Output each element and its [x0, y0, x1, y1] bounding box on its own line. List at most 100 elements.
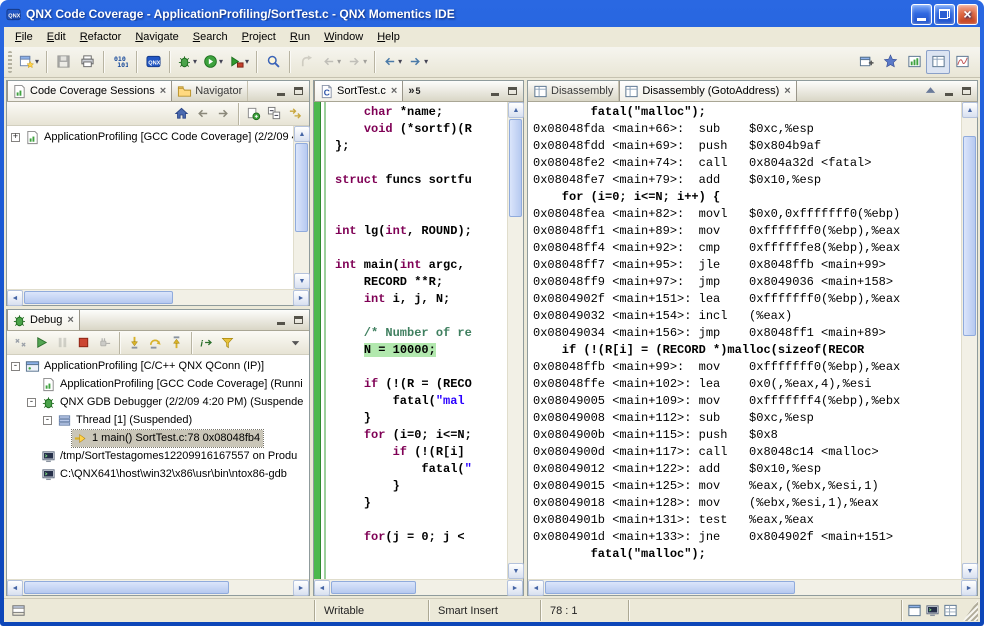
run-button[interactable]: ▾ — [200, 50, 226, 74]
vertical-scrollbar[interactable]: ▲ ▼ — [961, 102, 977, 579]
view-tab-disassembly[interactable]: Disassembly — [528, 81, 619, 101]
last-edit-button[interactable] — [294, 50, 318, 74]
console-icon[interactable] — [925, 603, 940, 618]
fast-view-button[interactable] — [6, 600, 30, 621]
resize-grip[interactable] — [963, 600, 978, 621]
view-tab-navigator[interactable]: Navigator — [172, 81, 248, 101]
tree-item[interactable]: +ApplicationProfiling [GCC Code Coverage… — [7, 128, 293, 146]
editor-line[interactable] — [335, 308, 507, 325]
close-tab-icon[interactable]: × — [160, 85, 166, 97]
scroll-up-icon[interactable]: ▲ — [962, 102, 978, 118]
editor-tab-sorttest-c[interactable]: CSortTest.c× — [314, 81, 403, 101]
up-button[interactable] — [922, 84, 939, 99]
menu-refactor[interactable]: Refactor — [73, 29, 129, 45]
scroll-left-icon[interactable]: ◄ — [528, 580, 544, 596]
menu-file[interactable]: File — [8, 29, 40, 45]
step-over-button[interactable] — [145, 332, 166, 353]
editor-line[interactable]: } — [335, 478, 507, 495]
minimize-view-button[interactable] — [272, 313, 289, 328]
editor-line[interactable]: if (!(R = (RECO — [335, 376, 507, 393]
tree-item[interactable]: -Thread [1] (Suspended) — [7, 411, 309, 429]
source-editor[interactable]: char *name; void (*sortf)(R};struct func… — [314, 102, 523, 579]
tree-item[interactable]: ApplicationProfiling [GCC Code Coverage]… — [7, 375, 309, 393]
forward-history-button[interactable]: ▾ — [344, 50, 370, 74]
editor-line[interactable]: if (!(R[i] — [335, 444, 507, 461]
horizontal-scrollbar[interactable]: ◄ ► — [7, 289, 309, 305]
horizontal-scrollbar[interactable]: ◄ ► — [7, 579, 309, 595]
editor-line[interactable]: /* Number of re — [335, 325, 507, 342]
back-button[interactable] — [192, 103, 213, 124]
collapse-icon[interactable]: - — [11, 362, 20, 371]
disassembly-listing[interactable]: fatal("malloc");0x08048fda <main+66>: su… — [528, 102, 961, 579]
editor-line[interactable]: RECORD **R; — [335, 274, 507, 291]
toolbar-handle[interactable] — [8, 51, 12, 73]
tree-item[interactable]: -ApplicationProfiling [C/C++ QNX QConn (… — [7, 357, 309, 375]
editor-line[interactable] — [335, 155, 507, 172]
dropdown-arrow-icon[interactable]: ▾ — [219, 57, 223, 66]
scroll-right-icon[interactable]: ► — [293, 290, 309, 306]
external-tools-button[interactable]: ▾ — [226, 50, 252, 74]
view-menu-button[interactable] — [285, 332, 306, 353]
profiler-view-button[interactable] — [950, 50, 974, 74]
close-tab-icon[interactable]: × — [784, 85, 790, 97]
prev-annotation-button[interactable]: ▾ — [379, 50, 405, 74]
editor-line[interactable]: fatal(" — [335, 461, 507, 478]
back-history-button[interactable]: ▾ — [318, 50, 344, 74]
new-wizard-button[interactable]: ▾ — [16, 50, 42, 74]
next-annotation-button[interactable]: ▾ — [405, 50, 431, 74]
dropdown-arrow-icon[interactable]: ▾ — [193, 57, 197, 66]
open-perspective-button[interactable] — [854, 50, 878, 74]
resume-button[interactable] — [31, 332, 52, 353]
editor-line[interactable]: }; — [335, 138, 507, 155]
coverage-tree[interactable]: +ApplicationProfiling [GCC Code Coverage… — [7, 126, 293, 289]
tree-item[interactable]: C:\QNX641\host\win32\x86\usr\bin\ntox86-… — [7, 465, 309, 483]
collapse-all-button[interactable] — [264, 103, 285, 124]
view-tab-code-coverage-sessions[interactable]: Code Coverage Sessions× — [7, 81, 172, 101]
scroll-left-icon[interactable]: ◄ — [314, 580, 330, 596]
dropdown-arrow-icon[interactable]: ▾ — [424, 57, 428, 66]
memory-view-icon[interactable] — [943, 603, 958, 618]
scroll-left-icon[interactable]: ◄ — [7, 290, 23, 306]
terminate-button[interactable] — [73, 332, 94, 353]
editor-line[interactable]: char *name; — [335, 104, 507, 121]
dropdown-arrow-icon[interactable]: ▾ — [398, 57, 402, 66]
scroll-up-icon[interactable]: ▲ — [294, 126, 310, 142]
maximize-button[interactable] — [934, 4, 955, 25]
debug-tree[interactable]: -ApplicationProfiling [C/C++ QNX QConn (… — [7, 355, 309, 579]
build-button[interactable]: 010101 — [108, 50, 132, 74]
editor-line[interactable]: } — [335, 495, 507, 512]
scroll-right-icon[interactable]: ► — [507, 580, 523, 596]
scroll-down-icon[interactable]: ▼ — [508, 563, 524, 579]
overview-icon[interactable] — [907, 603, 922, 618]
editor-line[interactable]: int lg(int, ROUND); — [335, 223, 507, 240]
editor-line[interactable]: for(j = 0; j < — [335, 529, 507, 546]
editor-line[interactable]: struct funcs sortfu — [335, 172, 507, 189]
qnx-perspective-button[interactable] — [878, 50, 902, 74]
tree-item[interactable]: -QNX GDB Debugger (2/2/09 4:20 PM) (Susp… — [7, 393, 309, 411]
code-area[interactable]: char *name; void (*sortf)(R};struct func… — [326, 102, 507, 579]
disconnect-button[interactable] — [94, 332, 115, 353]
step-into-button[interactable] — [124, 332, 145, 353]
maximize-view-button[interactable] — [290, 84, 307, 99]
minimize-button[interactable] — [911, 4, 932, 25]
dropdown-arrow-icon[interactable]: ▾ — [245, 57, 249, 66]
editor-line[interactable]: int i, j, N; — [335, 291, 507, 308]
scroll-up-icon[interactable]: ▲ — [508, 102, 524, 118]
editor-line[interactable] — [335, 359, 507, 376]
step-filters-button[interactable] — [217, 332, 238, 353]
remove-terminated-button[interactable] — [10, 332, 31, 353]
editor-line[interactable] — [335, 512, 507, 529]
editor-line[interactable] — [335, 206, 507, 223]
close-tab-icon[interactable]: × — [391, 85, 397, 97]
editor-line[interactable]: fatal("mal — [335, 393, 507, 410]
minimize-view-button[interactable] — [940, 84, 957, 99]
scroll-down-icon[interactable]: ▼ — [294, 273, 310, 289]
menu-run[interactable]: Run — [283, 29, 317, 45]
dropdown-arrow-icon[interactable]: ▾ — [35, 57, 39, 66]
dropdown-arrow-icon[interactable]: ▾ — [363, 57, 367, 66]
editor-line[interactable] — [335, 240, 507, 257]
scroll-left-icon[interactable]: ◄ — [7, 580, 23, 596]
coverage-view-button[interactable] — [902, 50, 926, 74]
forward-button[interactable] — [213, 103, 234, 124]
menu-navigate[interactable]: Navigate — [128, 29, 185, 45]
